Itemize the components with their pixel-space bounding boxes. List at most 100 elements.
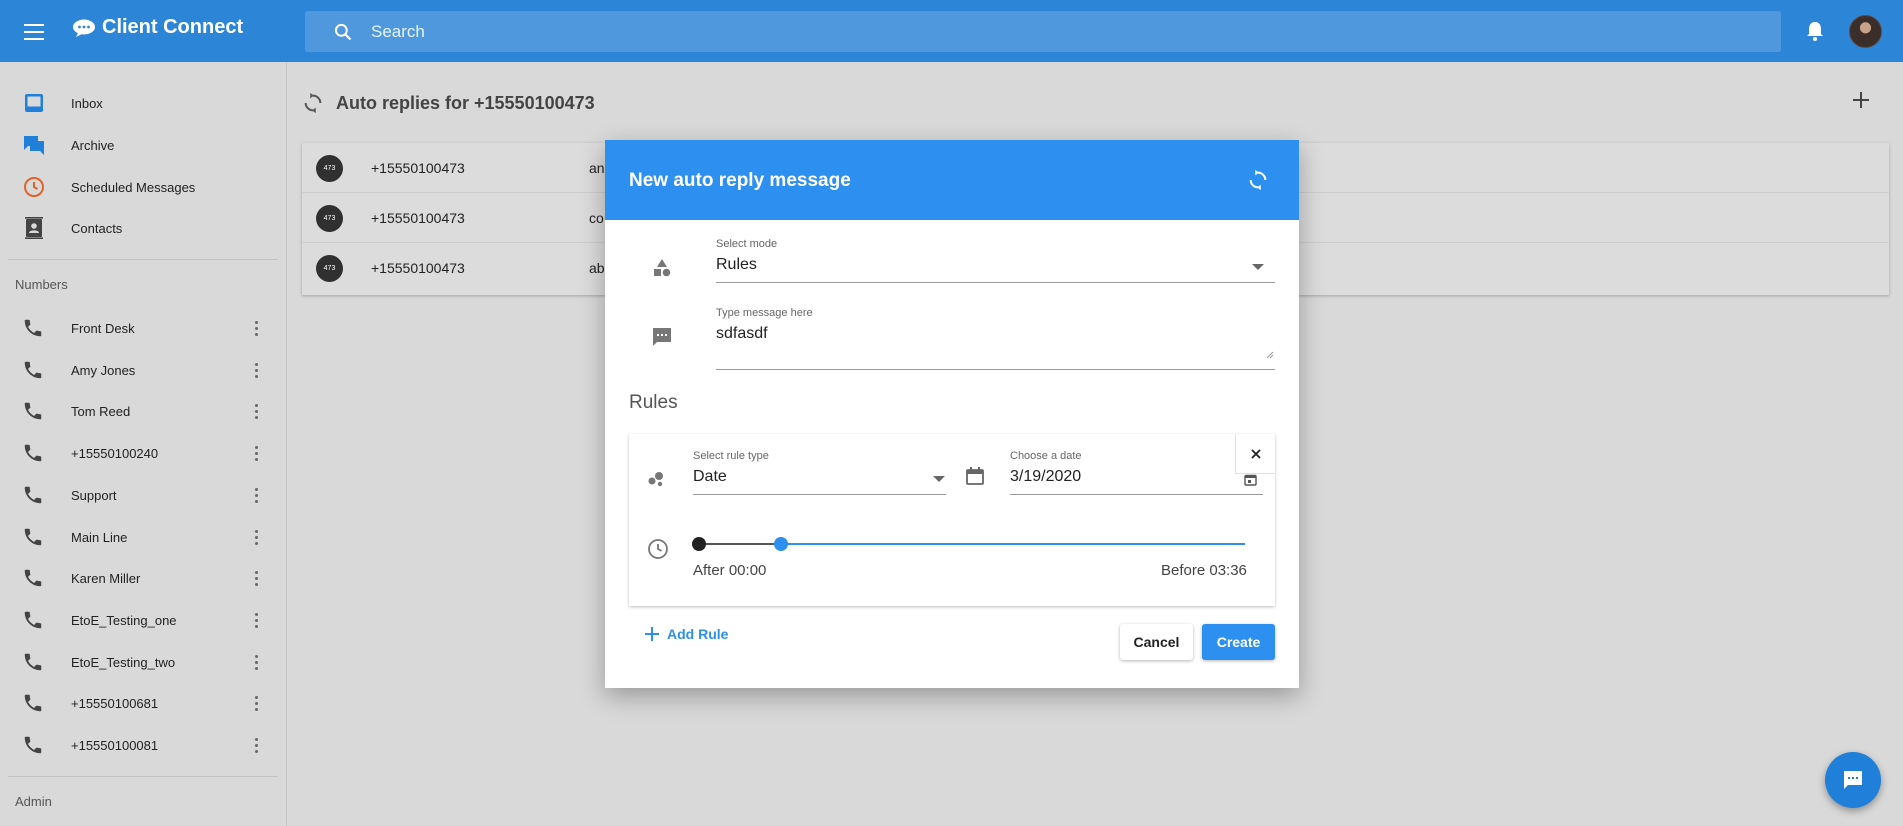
number-label: EtoE_Testing_one: [71, 612, 177, 628]
number-item[interactable]: +15550100240: [0, 434, 280, 474]
sidebar-item-label: Inbox: [71, 95, 103, 111]
phone-icon: [22, 442, 44, 469]
date-picker-icon[interactable]: [1244, 473, 1257, 486]
plus-icon: [645, 627, 659, 641]
page-title: Auto replies for +15550100473: [336, 93, 595, 113]
slider-end-handle[interactable]: [773, 537, 788, 551]
search-input[interactable]: [371, 21, 1721, 42]
refresh-icon[interactable]: [302, 92, 324, 114]
phone-icon: [22, 734, 44, 761]
mode-select[interactable]: Rules: [716, 252, 1275, 282]
add-icon[interactable]: [1850, 89, 1872, 111]
row-phone: +15550100473: [371, 210, 465, 226]
number-item[interactable]: Tom Reed: [0, 392, 280, 432]
more-vert-icon[interactable]: [248, 653, 264, 675]
more-vert-icon[interactable]: [248, 611, 264, 633]
mode-underline: [716, 282, 1275, 283]
number-item[interactable]: Karen Miller: [0, 559, 280, 599]
user-avatar[interactable]: [1849, 15, 1882, 48]
sidebar-item-inbox[interactable]: Inbox: [0, 83, 280, 123]
message-icon: [653, 328, 671, 346]
row-message: ab: [589, 260, 605, 276]
number-label: +15550100081: [71, 738, 159, 753]
sidebar-divider: [8, 776, 278, 777]
number-label: Main Line: [71, 529, 128, 545]
new-auto-reply-dialog: New auto reply message Select mode Rules…: [605, 140, 1299, 688]
message-value: sdfasdf: [716, 325, 768, 342]
admin-section-title: Admin: [15, 794, 52, 809]
close-icon: [1250, 448, 1261, 459]
reset-icon[interactable]: [1247, 169, 1269, 191]
dropdown-arrow-icon: [1252, 264, 1264, 270]
notifications-bell-icon[interactable]: [1805, 20, 1825, 42]
chat-icon: [1844, 771, 1862, 789]
add-rule-button[interactable]: Add Rule: [644, 626, 728, 642]
rules-heading: Rules: [629, 392, 678, 413]
app-brand[interactable]: Client Connect: [72, 16, 243, 39]
calendar-icon: [966, 467, 984, 485]
more-vert-icon[interactable]: [248, 569, 264, 591]
search-bar[interactable]: [305, 11, 1781, 52]
number-item[interactable]: Front Desk: [0, 309, 280, 349]
date-input[interactable]: 3/19/2020: [1010, 464, 1263, 494]
number-item[interactable]: Support: [0, 476, 280, 516]
top-app-bar: Client Connect: [0, 0, 1903, 62]
more-vert-icon[interactable]: [248, 402, 264, 424]
date-value: 3/19/2020: [1010, 468, 1082, 485]
phone-icon: [22, 400, 44, 427]
sidebar-item-label: Contacts: [71, 220, 123, 236]
create-button[interactable]: Create: [1202, 624, 1275, 660]
message-label: Type message here: [716, 307, 813, 319]
number-item[interactable]: EtoE_Testing_one: [0, 601, 280, 641]
sidebar: Inbox Archive Scheduled Messages Contact…: [0, 62, 287, 826]
number-item[interactable]: Amy Jones: [0, 351, 280, 391]
more-vert-icon[interactable]: [248, 444, 264, 466]
rule-type-underline: [693, 494, 946, 495]
rule-type-label: Select rule type: [693, 450, 769, 462]
menu-icon[interactable]: [22, 19, 48, 43]
number-label: Front Desk: [71, 321, 135, 336]
archive-icon: [24, 136, 44, 155]
sidebar-item-archive[interactable]: Archive: [0, 125, 280, 165]
search-icon: [334, 23, 352, 40]
more-vert-icon[interactable]: [248, 528, 264, 550]
phone-icon: [22, 484, 44, 511]
number-item[interactable]: Main Line: [0, 518, 280, 558]
sidebar-item-label: Scheduled Messages: [71, 179, 196, 195]
more-vert-icon[interactable]: [248, 486, 264, 508]
slider-start-handle[interactable]: [692, 537, 706, 551]
row-phone: +15550100473: [371, 260, 465, 276]
message-textarea[interactable]: sdfasdf: [716, 321, 1275, 361]
contact-badge: 473: [316, 255, 343, 282]
date-label: Choose a date: [1010, 450, 1082, 462]
time-range-slider[interactable]: [692, 537, 1245, 551]
number-item[interactable]: +15550100681: [0, 684, 280, 724]
more-vert-icon[interactable]: [248, 694, 264, 716]
number-item[interactable]: EtoE_Testing_two: [0, 643, 280, 683]
more-vert-icon[interactable]: [248, 736, 264, 758]
phone-icon: [22, 692, 44, 719]
clock-icon: [24, 177, 44, 197]
sidebar-item-contacts[interactable]: Contacts: [0, 208, 280, 248]
more-vert-icon[interactable]: [248, 319, 264, 341]
time-icon: [648, 539, 668, 559]
cancel-button[interactable]: Cancel: [1120, 624, 1193, 660]
more-vert-icon[interactable]: [248, 361, 264, 383]
message-underline: [716, 369, 1275, 370]
date-underline: [1010, 494, 1263, 495]
chat-fab-button[interactable]: [1825, 752, 1881, 808]
dropdown-arrow-icon: [933, 476, 945, 482]
contacts-icon: [25, 217, 43, 239]
contact-badge: 473: [316, 155, 343, 182]
dialog-title: New auto reply message: [629, 170, 851, 191]
mode-value: Rules: [716, 256, 757, 273]
phone-icon: [22, 651, 44, 678]
rule-type-select[interactable]: Date: [693, 464, 946, 494]
resize-handle-icon[interactable]: [1266, 351, 1274, 359]
sidebar-divider: [8, 259, 278, 260]
phone-icon: [22, 526, 44, 553]
sidebar-item-scheduled[interactable]: Scheduled Messages: [0, 167, 280, 207]
number-label: Karen Miller: [71, 571, 141, 587]
number-item[interactable]: +15550100081: [0, 726, 280, 766]
number-label: Amy Jones: [71, 362, 136, 378]
